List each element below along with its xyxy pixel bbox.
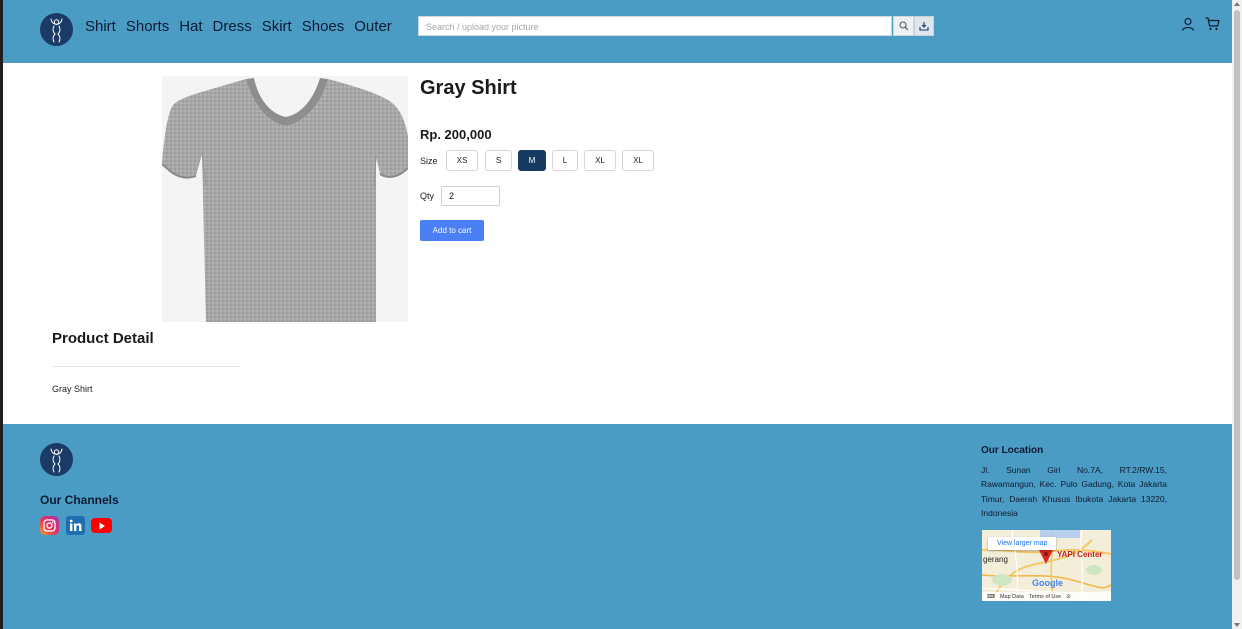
map-place-label: YAPI Center xyxy=(1057,550,1103,559)
youtube-icon[interactable] xyxy=(91,518,112,533)
size-label: Size xyxy=(420,156,438,166)
search-button[interactable] xyxy=(893,16,914,36)
size-option-xl[interactable]: XL xyxy=(584,150,616,171)
qty-label: Qty xyxy=(420,191,435,201)
map-google-logo: Google xyxy=(1032,578,1063,588)
youtube-play-icon xyxy=(99,522,105,529)
location-heading: Our Location xyxy=(981,445,1044,456)
scroll-down-arrow-icon[interactable] xyxy=(1234,623,1240,627)
terms-of-use-link[interactable]: Terms of Use xyxy=(1029,594,1061,600)
keyboard-icon[interactable]: ⌨ xyxy=(987,594,995,600)
quantity-input[interactable] xyxy=(441,186,500,206)
detail-divider xyxy=(52,366,240,367)
footer-brand-logo[interactable] xyxy=(40,443,73,476)
size-option-xl-2[interactable]: XL xyxy=(622,150,654,171)
linkedin-icon[interactable] xyxy=(66,516,85,535)
search-box xyxy=(418,16,892,36)
map-city-label: gerang xyxy=(983,555,1008,564)
page-scrollbar[interactable] xyxy=(1232,0,1242,629)
product-detail-heading: Product Detail xyxy=(52,330,154,347)
search-input[interactable] xyxy=(419,18,891,36)
add-to-cart-button[interactable]: Add to cart xyxy=(420,220,484,241)
nav-item-skirt[interactable]: Skirt xyxy=(262,17,292,37)
location-address: Jl. Sunan Giri No.7A, RT.2/RW.15, Rawama… xyxy=(981,465,1167,519)
brand-figure-icon xyxy=(50,18,63,43)
nav-item-hat[interactable]: Hat xyxy=(179,17,202,37)
instagram-icon[interactable] xyxy=(40,516,59,535)
site-footer: Our Channels Our Location Jl. Sunan Giri… xyxy=(3,424,1232,629)
size-option-xs[interactable]: XS xyxy=(446,150,478,171)
window-edge xyxy=(0,0,3,629)
product-image xyxy=(162,76,408,322)
linkedin-glyph-icon xyxy=(69,519,82,531)
report-icon[interactable]: ⊘ xyxy=(1066,594,1071,600)
product-detail-text: Gray Shirt xyxy=(52,384,93,394)
nav-item-shorts[interactable]: Shorts xyxy=(126,17,169,37)
upload-icon xyxy=(919,22,929,31)
nav-item-shirt[interactable]: Shirt xyxy=(85,17,116,37)
brand-figure-icon xyxy=(50,448,63,473)
user-icon[interactable] xyxy=(1181,17,1195,31)
map-data-link[interactable]: Map Data xyxy=(1000,594,1024,600)
nav-item-outer[interactable]: Outer xyxy=(354,17,392,37)
scrollbar-thumb[interactable] xyxy=(1234,10,1240,580)
view-larger-map-link[interactable]: View larger map xyxy=(988,537,1057,550)
brand-logo[interactable] xyxy=(40,13,73,46)
size-option-m-selected[interactable]: M xyxy=(518,150,546,171)
product-title: Gray Shirt xyxy=(420,77,517,99)
instagram-glyph-icon xyxy=(43,519,56,532)
size-option-s[interactable]: S xyxy=(485,150,512,171)
product-price: Rp. 200,000 xyxy=(420,127,492,142)
search-icon xyxy=(898,21,908,31)
size-option-l[interactable]: L xyxy=(552,150,578,171)
gray-shirt-image xyxy=(162,76,408,322)
category-nav: Shirt Shorts Hat Dress Skirt Shoes Outer xyxy=(85,17,402,37)
channels-heading: Our Channels xyxy=(40,493,119,507)
top-header: Shirt Shorts Hat Dress Skirt Shoes Outer xyxy=(3,0,1232,63)
map-attribution-bar: ⌨ Map Data Terms of Use ⊘ xyxy=(982,592,1111,601)
scroll-up-arrow-icon[interactable] xyxy=(1234,2,1240,6)
upload-picture-button[interactable] xyxy=(914,16,934,36)
cart-icon[interactable] xyxy=(1205,17,1220,31)
nav-item-dress[interactable]: Dress xyxy=(213,17,252,37)
nav-item-shoes[interactable]: Shoes xyxy=(302,17,345,37)
embedded-map[interactable]: View larger map YAPI Center gerang Googl… xyxy=(982,530,1111,601)
